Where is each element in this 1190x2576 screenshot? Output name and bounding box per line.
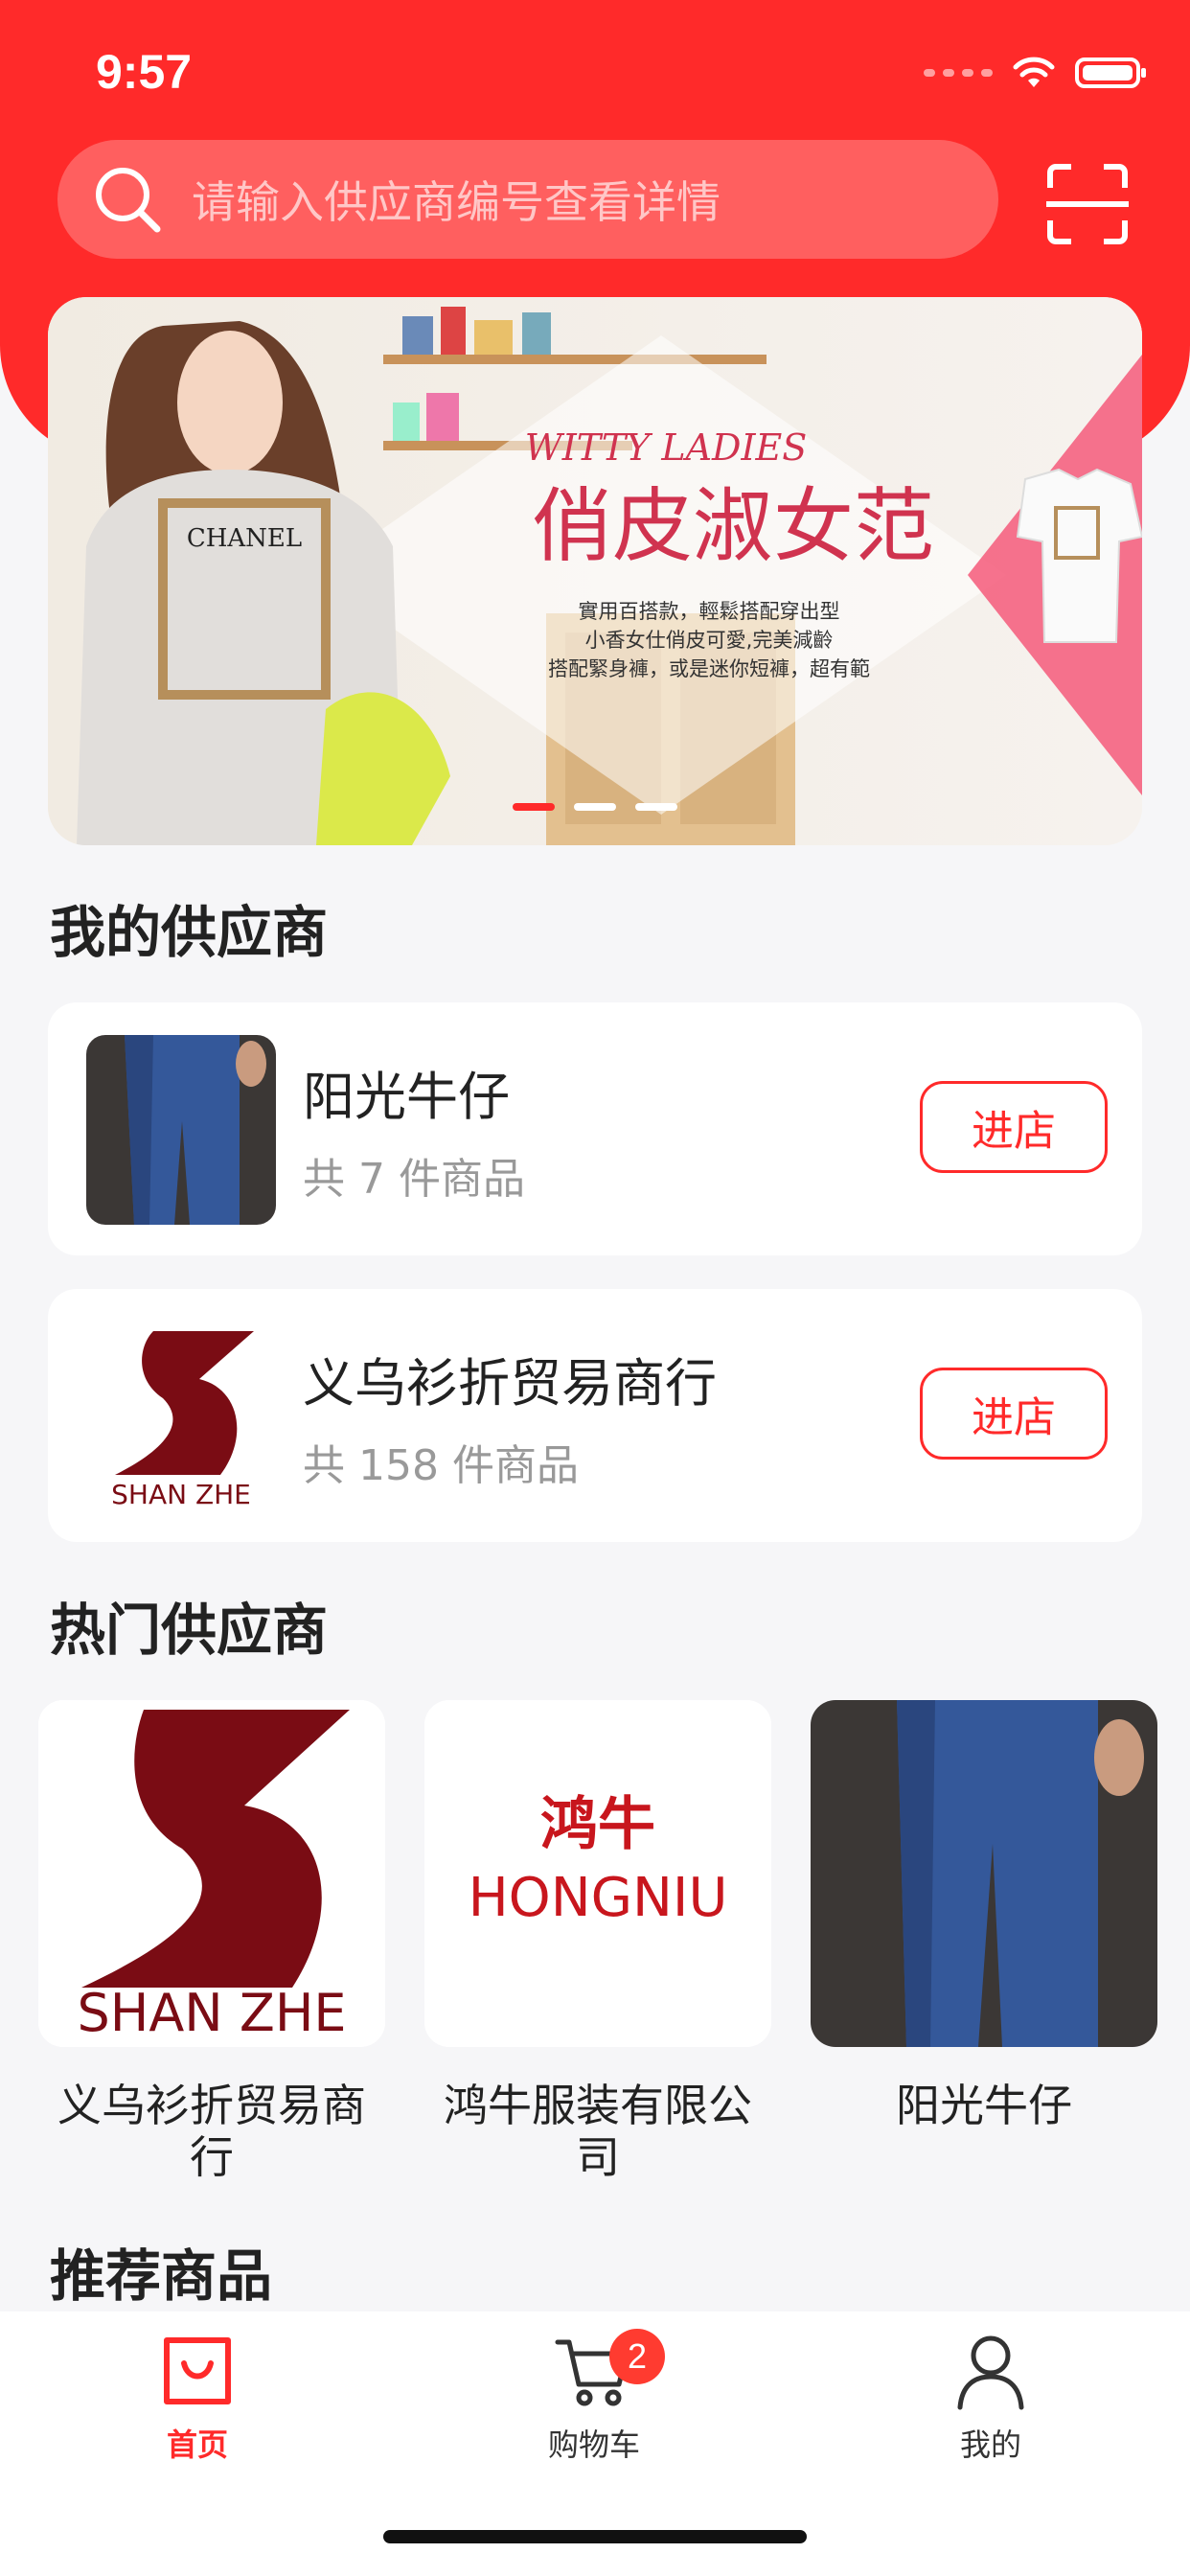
hongniu-logo-en: HONGNIU <box>469 1867 728 1929</box>
hot-supplier-thumbnail: SHAN ZHE <box>38 1700 385 2047</box>
status-indicators <box>924 54 1146 92</box>
signal-icon <box>924 69 993 77</box>
home-indicator[interactable] <box>383 2530 807 2543</box>
cart-badge: 2 <box>609 2329 665 2384</box>
tab-cart[interactable]: 2 购物车 <box>498 2329 690 2465</box>
enter-store-button[interactable]: 进店 <box>920 1368 1108 1460</box>
tab-label: 首页 <box>166 2426 228 2463</box>
tab-label: 购物车 <box>547 2426 640 2463</box>
banner-image: CHANEL WITTY LADIES 俏皮淑女范 實用百搭款，輕鬆搭配穿出型 … <box>48 297 1142 845</box>
banner-desc-3: 搭配緊身褲，或是迷你短褲，超有範 <box>548 657 870 680</box>
hot-supplier-name: 阳光牛仔 <box>896 2080 1072 2131</box>
supplier-thumbnail: SHAN ZHE <box>86 1322 276 1511</box>
status-time: 9:57 <box>96 45 193 99</box>
supplier-product-count: 共 7 件商品 <box>303 1155 525 1204</box>
recommend-title: 推荐商品 <box>50 2243 273 2309</box>
hot-supplier-thumbnail <box>811 1700 1157 2047</box>
banner-pagination[interactable] <box>48 803 1142 811</box>
hot-supplier-item[interactable]: 阳光牛仔 <box>811 1700 1157 2131</box>
hot-suppliers-title: 热门供应商 <box>50 1598 329 1663</box>
banner-desc-1: 實用百搭款，輕鬆搭配穿出型 <box>579 600 840 623</box>
banner-desc-2: 小香女仕俏皮可愛,完美減齡 <box>585 629 834 652</box>
hot-supplier-name: 义乌衫折贸易商行 <box>57 2080 366 2183</box>
enter-store-button[interactable]: 进店 <box>920 1081 1108 1173</box>
my-suppliers-title: 我的供应商 <box>50 900 329 965</box>
wifi-icon <box>1013 57 1055 87</box>
promo-banner[interactable]: CHANEL WITTY LADIES 俏皮淑女范 實用百搭款，輕鬆搭配穿出型 … <box>48 297 1142 845</box>
tab-label: 我的 <box>959 2426 1021 2463</box>
hot-supplier-thumbnail: 鸿牛 HONGNIU <box>424 1700 771 2047</box>
search-input[interactable]: 请输入供应商编号查看详情 <box>192 168 721 231</box>
supplier-thumbnail <box>86 1035 276 1225</box>
hot-supplier-item[interactable]: SHAN ZHE 义乌衫折贸易商行 <box>38 1700 385 2183</box>
banner-shirt-text: CHANEL <box>187 524 302 553</box>
user-icon <box>957 2335 1024 2410</box>
shanzhe-logo-text: SHAN ZHE <box>111 1479 251 1510</box>
supplier-name: 义乌衫折贸易商行 <box>303 1353 717 1414</box>
tab-home[interactable]: 首页 <box>102 2331 293 2465</box>
hongniu-logo-cn: 鸿牛 <box>540 1791 655 1858</box>
supplier-product-count: 共 158 件商品 <box>303 1441 579 1490</box>
hot-supplier-name: 鸿牛服装有限公司 <box>444 2080 752 2183</box>
shanzhe-logo-text: SHAN ZHE <box>77 1983 346 2043</box>
search-icon <box>96 168 161 233</box>
search-bar[interactable]: 请输入供应商编号查看详情 <box>57 140 998 259</box>
battery-icon <box>1075 58 1146 88</box>
supplier-card[interactable]: 阳光牛仔 共 7 件商品 进店 <box>48 1002 1142 1255</box>
banner-title-cn: 俏皮淑女范 <box>532 479 934 573</box>
hot-supplier-item[interactable]: 鸿牛 HONGNIU 鸿牛服装有限公司 <box>424 1700 771 2183</box>
banner-title-en: WITTY LADIES <box>525 426 808 469</box>
tab-profile[interactable]: 我的 <box>895 2331 1087 2465</box>
supplier-name: 阳光牛仔 <box>303 1067 510 1127</box>
supplier-card[interactable]: SHAN ZHE 义乌衫折贸易商行 共 158 件商品 进店 <box>48 1289 1142 1542</box>
scan-icon[interactable] <box>1046 163 1129 245</box>
shopping-bag-icon <box>164 2337 231 2404</box>
